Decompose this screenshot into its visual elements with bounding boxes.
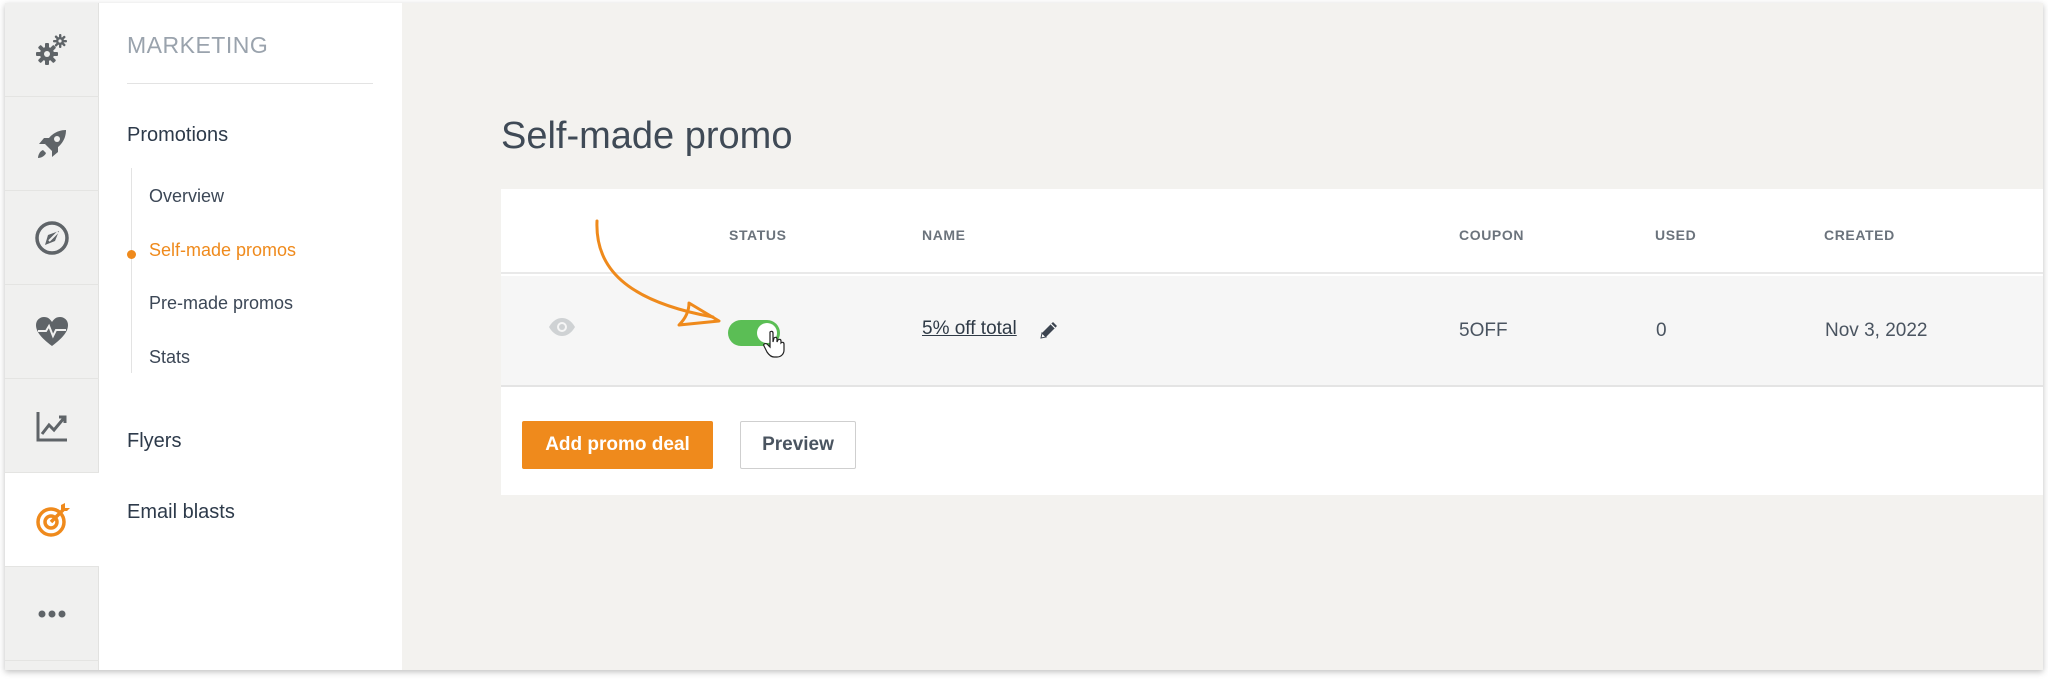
section-title: MARKETING bbox=[127, 32, 269, 58]
eye-icon[interactable] bbox=[547, 316, 577, 338]
column-used: USED bbox=[1655, 227, 1697, 243]
nav-promotions[interactable]: Promotions bbox=[127, 124, 228, 147]
rail-item-settings[interactable] bbox=[5, 3, 99, 97]
column-status: STATUS bbox=[729, 227, 787, 243]
column-name: NAME bbox=[922, 227, 966, 243]
heart-pulse-icon bbox=[36, 316, 68, 346]
column-coupon: COUPON bbox=[1459, 227, 1525, 243]
annotation-arrow bbox=[595, 219, 721, 327]
rail-item-explore[interactable] bbox=[5, 191, 99, 285]
rail-item-marketing[interactable] bbox=[5, 473, 100, 567]
marketing-nav: MARKETING Promotions Overview Self-made … bbox=[99, 3, 402, 670]
coupon-cell: 5OFF bbox=[1459, 320, 1508, 341]
target-icon bbox=[35, 502, 70, 537]
nav-self-made-promos[interactable]: Self-made promos bbox=[149, 240, 296, 261]
app-window: MARKETING Promotions Overview Self-made … bbox=[5, 3, 2043, 670]
hand-cursor-icon bbox=[763, 330, 785, 358]
rail-item-more[interactable] bbox=[5, 567, 99, 661]
tree-line bbox=[131, 168, 132, 373]
pencil-icon[interactable] bbox=[1038, 319, 1060, 341]
divider bbox=[127, 83, 373, 84]
preview-button[interactable]: Preview bbox=[740, 421, 856, 469]
nav-overview[interactable]: Overview bbox=[149, 186, 224, 207]
used-cell: 0 bbox=[1656, 320, 1667, 341]
page-title: Self-made promo bbox=[501, 115, 793, 157]
more-icon bbox=[38, 610, 66, 617]
promo-name-link[interactable]: 5% off total bbox=[922, 318, 1017, 340]
compass-icon bbox=[35, 220, 69, 255]
rail-item-launch[interactable] bbox=[5, 97, 99, 191]
add-promo-deal-button[interactable]: Add promo deal bbox=[522, 421, 713, 469]
gears-icon bbox=[36, 33, 67, 65]
icon-rail bbox=[5, 3, 100, 670]
rail-item-health[interactable] bbox=[5, 285, 99, 379]
nav-flyers[interactable]: Flyers bbox=[127, 430, 181, 453]
column-created: CREATED bbox=[1824, 227, 1895, 243]
rocket-icon bbox=[38, 129, 66, 158]
nav-pre-made-promos[interactable]: Pre-made promos bbox=[149, 293, 293, 314]
active-dot bbox=[127, 250, 136, 259]
nav-email-blasts[interactable]: Email blasts bbox=[127, 501, 235, 524]
rail-item-analytics[interactable] bbox=[5, 379, 99, 473]
created-cell: Nov 3, 2022 bbox=[1825, 320, 1928, 341]
line-chart-icon bbox=[36, 411, 67, 441]
nav-stats[interactable]: Stats bbox=[149, 347, 190, 368]
